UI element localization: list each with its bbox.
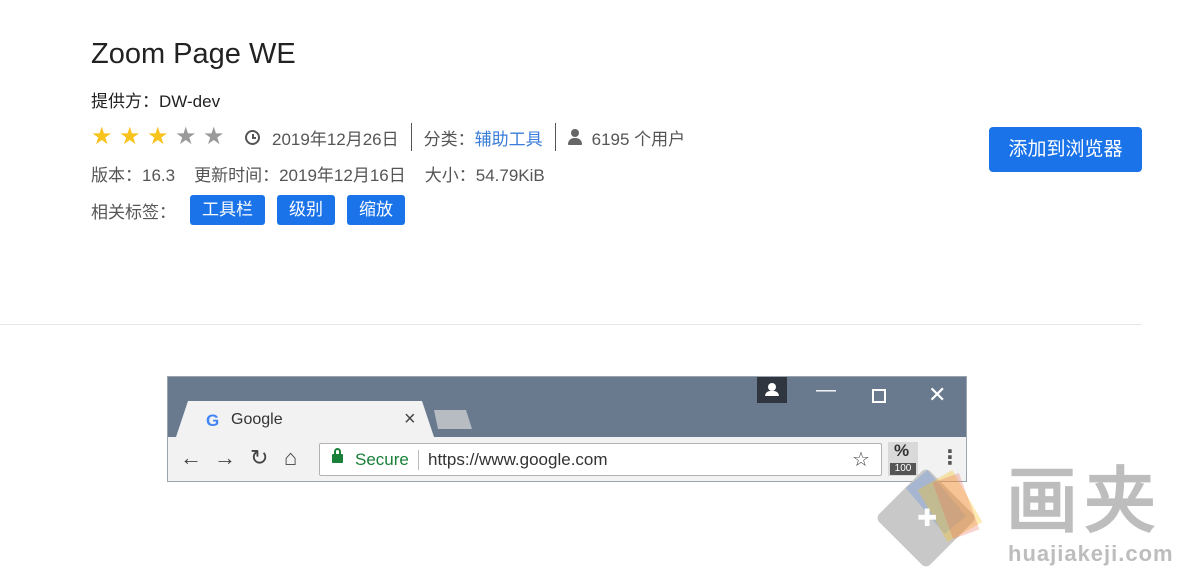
browser-tab: G Google ×	[176, 401, 434, 437]
category-label: 分类：	[423, 129, 475, 149]
divider	[554, 123, 556, 151]
new-tab-icon	[434, 410, 472, 429]
watermark-text: 画夹	[1006, 462, 1163, 542]
tag-level[interactable]: 级别	[277, 195, 335, 225]
star-icon: ☆	[852, 449, 870, 471]
tab-title: Google	[231, 411, 283, 428]
tag-toolbar[interactable]: 工具栏	[190, 195, 265, 225]
user-count: 6195 个用户	[591, 129, 686, 149]
size-label: 大小：54.79KiB	[424, 166, 545, 185]
back-icon: ←	[180, 445, 202, 470]
meta-row: ★ ★ ★ ★ ★ 2019年12月26日 分类： 辅助工具 6195 个用户	[91, 122, 685, 152]
clock-icon	[245, 129, 260, 145]
browser-toolbar: ← → ↻ ⌂ Secure https://www.google.com ☆ …	[168, 437, 966, 481]
divider	[410, 123, 412, 151]
maximize-icon	[872, 389, 886, 403]
close-icon: ×	[404, 408, 416, 430]
tag-zoom[interactable]: 缩放	[347, 195, 405, 225]
secure-label: Secure	[355, 450, 409, 469]
category-link[interactable]: 辅助工具	[475, 125, 543, 150]
watermark: ✚ 画夹 huajiakeji.com	[870, 462, 1182, 575]
puzzle-icon: ✚	[916, 505, 938, 532]
star-icon: ★	[91, 123, 113, 150]
star-icon: ★	[147, 123, 169, 150]
lock-icon	[332, 448, 343, 463]
star-icon: ★	[119, 123, 141, 150]
reload-icon: ↻	[250, 445, 269, 470]
forward-icon: →	[214, 445, 236, 470]
star-icon: ★	[203, 123, 225, 150]
rating-stars: ★ ★ ★ ★ ★	[91, 125, 231, 149]
browser-titlebar: G Google × — ✕	[168, 377, 966, 437]
profile-icon	[757, 377, 787, 403]
home-icon: ⌂	[284, 445, 298, 470]
divider	[418, 450, 419, 470]
preview-screenshot: G Google × — ✕ ← → ↻ ⌂ Secure https://ww…	[167, 376, 967, 482]
percent-icon: %	[894, 441, 910, 460]
extension-title: Zoom Page WE	[91, 38, 296, 70]
address-bar: Secure https://www.google.com ☆	[319, 443, 882, 476]
provider-label: 提供方：DW-dev	[91, 92, 221, 111]
close-icon: ✕	[928, 382, 947, 407]
star-icon: ★	[175, 123, 197, 150]
user-icon	[567, 129, 582, 145]
add-to-browser-button[interactable]: 添加到浏览器	[989, 127, 1142, 172]
tags-row: 相关标签： 工具栏 级别 缩放	[91, 195, 417, 225]
version-label: 版本：16.3	[91, 166, 176, 185]
version-row: 版本：16.3 更新时间：2019年12月16日 大小：54.79KiB	[91, 161, 564, 186]
tags-label: 相关标签：	[91, 202, 176, 222]
updated-label: 更新时间：2019年12月16日	[194, 166, 406, 185]
google-favicon-icon: G	[206, 411, 220, 430]
minimize-icon: —	[816, 379, 836, 401]
watermark-url: huajiakeji.com	[1008, 541, 1174, 566]
url-text: https://www.google.com	[428, 450, 608, 469]
release-date: 2019年12月26日	[272, 129, 399, 149]
section-divider	[0, 324, 1142, 325]
